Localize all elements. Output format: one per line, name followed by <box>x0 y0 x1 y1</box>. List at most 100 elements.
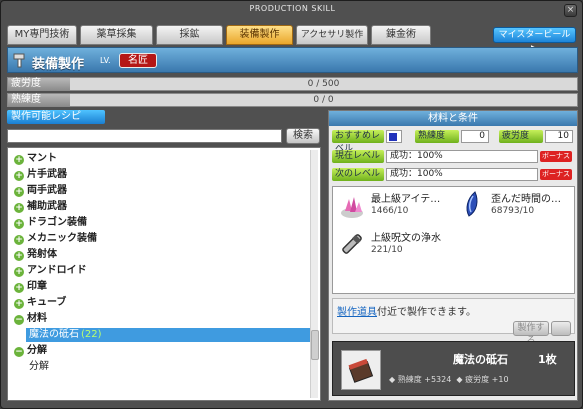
whetstone-icon <box>341 350 381 390</box>
search-button[interactable]: 検索 <box>286 128 320 144</box>
expand-icon[interactable]: + <box>14 235 24 245</box>
category-android[interactable]: + アンドロイド <box>14 264 87 278</box>
category-label: 片手武器 <box>27 169 67 180</box>
expand-icon[interactable]: + <box>14 299 24 309</box>
tab-smithing[interactable]: 装備製作 <box>226 25 293 45</box>
materials-box: 最上級アイテ… 1466/10 歪んだ時間の… 68793/10 上級呪文の浄水… <box>332 186 575 294</box>
list-scrollbar[interactable] <box>310 150 319 398</box>
proficiency-value: 0 / 0 <box>313 95 334 105</box>
meister-beer-button[interactable]: マイスタービール ▶ <box>493 27 576 54</box>
material-name: 最上級アイテ… <box>371 194 441 205</box>
expand-icon[interactable]: + <box>14 267 24 277</box>
result-proficiency-label: 熟練度 <box>397 375 422 384</box>
fatigue-cond-label: 疲労度 <box>499 130 543 143</box>
tab-alchemy[interactable]: 錬金術 <box>371 25 431 45</box>
expand-icon[interactable]: + <box>14 155 24 165</box>
bonus-badge: ボーナス <box>540 169 572 180</box>
recipe-count: (22) <box>81 329 102 340</box>
blue-shard-icon <box>466 191 478 217</box>
tab-accessory[interactable]: アクセサリ製作 <box>296 25 368 45</box>
current-level-label: 現在レベル <box>332 150 384 163</box>
level-label: LV. <box>100 56 111 65</box>
category-dragon[interactable]: + ドラゴン装備 <box>14 216 87 230</box>
category-label: メカニック装備 <box>27 233 97 244</box>
result-stats: ◆ 熟練度 +5324 ◆ 疲労度 +10 <box>389 374 509 385</box>
category-label: 両手武器 <box>27 185 67 196</box>
category-secondary[interactable]: + 補助武器 <box>14 200 67 214</box>
collapse-icon[interactable]: − <box>14 315 24 325</box>
result-fatigue-label: 疲労度 <box>465 375 490 384</box>
recipe-decompose[interactable]: 分解 <box>26 360 310 374</box>
proficiency-label: 熟練度 <box>8 94 70 106</box>
rank-badge: 名匠 <box>119 53 157 68</box>
expand-icon[interactable]: + <box>14 251 24 261</box>
category-label: 材料 <box>27 313 47 324</box>
recipe-list: + マント + 片手武器 + 両手武器 + 補助武器 + ドラゴン装備 + メカニック装備 … <box>7 147 321 401</box>
fatigue-value: 0 / 500 <box>307 79 340 89</box>
material-qty: 221/10 <box>371 245 403 255</box>
result-fatigue-value: +10 <box>491 375 509 384</box>
category-label: キューブ <box>27 297 67 308</box>
bullet-icon: ◆ <box>456 375 463 384</box>
recipe-list-header: 製作可能レシピ <box>7 110 105 124</box>
category-projectile[interactable]: + 発射体 <box>14 248 57 262</box>
conditions-header: 材料と条件 <box>329 111 577 126</box>
tab-herbalism[interactable]: 薬草採集 <box>80 25 153 45</box>
skill-title: 装備製作 <box>32 57 85 72</box>
current-level-value: 成功：100% <box>386 150 538 163</box>
recipe-label: 魔法の砥石 <box>29 329 79 340</box>
collapse-icon[interactable]: − <box>14 347 24 357</box>
material-qty: 68793/10 <box>491 206 535 216</box>
expand-icon[interactable]: + <box>14 187 24 197</box>
category-label: アンドロイド <box>27 265 87 276</box>
category-two-handed[interactable]: + 両手武器 <box>14 184 67 198</box>
crafting-tool-link[interactable]: 製作道具 <box>337 307 377 318</box>
proficiency-cond-value: 0 <box>461 130 489 143</box>
category-label: 補助武器 <box>27 201 67 212</box>
make-button[interactable]: 製作する <box>513 321 549 346</box>
category-materials[interactable]: − 材料 <box>14 312 47 326</box>
category-label: マント <box>27 153 57 164</box>
result-proficiency-value: +5324 <box>424 375 452 384</box>
category-label: 発射体 <box>27 249 57 260</box>
expand-icon[interactable]: + <box>14 171 24 181</box>
category-label: 印章 <box>27 281 47 292</box>
fatigue-cond-value: 10 <box>545 130 573 143</box>
proficiency-row: 熟練度 0 / 0 <box>7 93 578 107</box>
recommended-level-value <box>386 130 402 143</box>
next-level-value: 成功：100% <box>386 168 538 181</box>
category-seal[interactable]: + 印章 <box>14 280 47 294</box>
search-input[interactable] <box>7 129 282 143</box>
close-icon[interactable]: × <box>564 4 577 17</box>
category-cube[interactable]: + キューブ <box>14 296 66 310</box>
recipe-magic-whetstone[interactable]: 魔法の砥石 (22) <box>26 328 310 342</box>
category-mechanic[interactable]: + メカニック装備 <box>14 232 97 246</box>
category-label: 分解 <box>27 345 47 356</box>
vial-icon <box>342 234 362 254</box>
bullet-icon: ◆ <box>389 375 396 384</box>
tab-mining[interactable]: 採鉱 <box>156 25 223 45</box>
category-cape[interactable]: + マント <box>14 152 57 166</box>
fatigue-row: 疲労度 0 / 500 <box>7 77 578 91</box>
result-item-panel: 魔法の砥石 1枚 ◆ 熟練度 +5324 ◆ 疲労度 +10 <box>332 341 575 396</box>
next-level-label: 次のレベル <box>332 168 384 181</box>
hammer-icon <box>13 53 25 68</box>
result-count: 1枚 <box>538 353 557 366</box>
window-title: PRODUCTION SKILL <box>249 4 336 13</box>
material-name: 上級呪文の浄水 <box>371 233 441 244</box>
tab-my-skills[interactable]: MY専門技術 <box>7 25 77 45</box>
expand-icon[interactable]: + <box>14 219 24 229</box>
expand-icon[interactable]: + <box>14 283 24 293</box>
recommended-level-label: おすすめレベル <box>332 130 384 154</box>
category-label: ドラゴン装備 <box>27 217 87 228</box>
scroll-thumb[interactable] <box>311 330 319 360</box>
category-decompose[interactable]: − 分解 <box>14 344 47 358</box>
material-name: 歪んだ時間の… <box>491 194 561 205</box>
conditions-panel: 材料と条件 おすすめレベル 熟練度 0 疲労度 10 現在レベル 成功：100%… <box>328 110 578 401</box>
level-indicator-icon <box>388 133 397 141</box>
proficiency-cond-label: 熟練度 <box>415 130 459 143</box>
expand-icon[interactable]: + <box>14 203 24 213</box>
make-option-button[interactable] <box>551 321 571 336</box>
fatigue-label: 疲労度 <box>8 78 70 90</box>
category-one-handed[interactable]: + 片手武器 <box>14 168 67 182</box>
